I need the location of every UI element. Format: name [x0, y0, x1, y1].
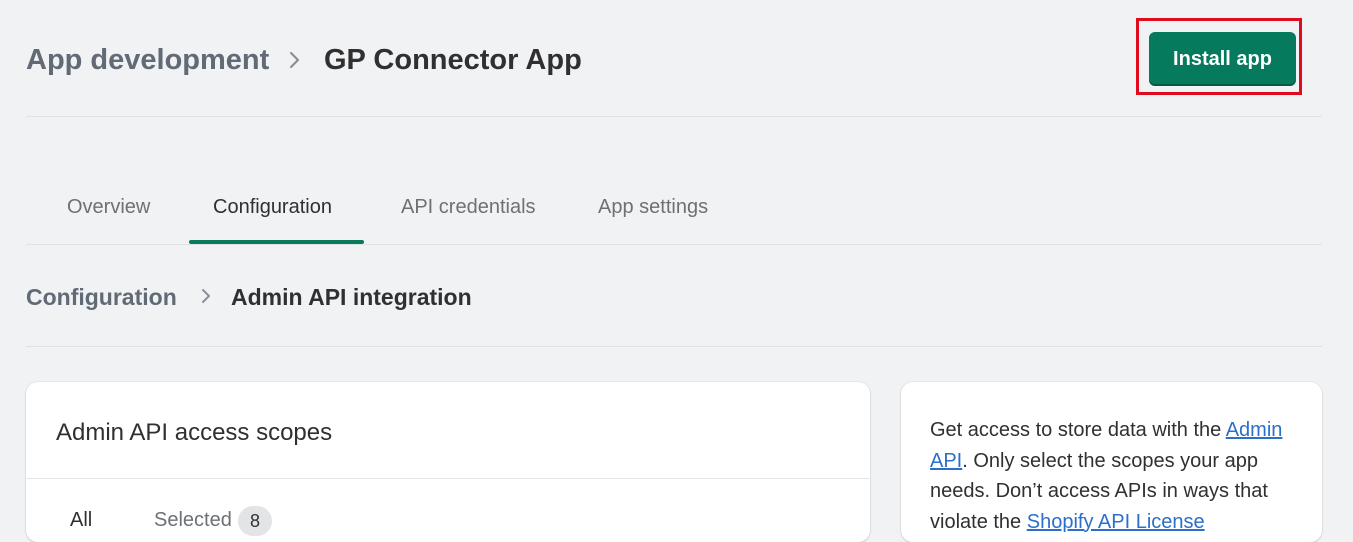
section-title: Admin API integration: [231, 284, 472, 310]
info-text: Get access to store data with the Admin …: [930, 415, 1305, 537]
info-card: Get access to store data with the Admin …: [901, 382, 1322, 542]
breadcrumb-app-development[interactable]: App development: [26, 44, 269, 77]
selected-count-badge: 8: [238, 506, 272, 536]
filter-tab-all[interactable]: All: [70, 509, 92, 532]
tab-bar: Overview Configuration API credentials A…: [26, 170, 1322, 245]
install-app-button[interactable]: Install app: [1149, 32, 1296, 86]
chevron-right-icon: [289, 51, 300, 69]
shopify-api-license-link[interactable]: Shopify API License: [1027, 511, 1205, 533]
page-title: GP Connector App: [324, 44, 582, 76]
admin-api-scopes-card: Admin API access scopes All Selected 8: [26, 382, 870, 542]
card-title: Admin API access scopes: [56, 419, 333, 446]
chevron-right-icon: [202, 289, 210, 303]
tab-api-credentials[interactable]: API credentials: [401, 196, 536, 219]
tab-overview[interactable]: Overview: [67, 196, 150, 219]
info-text-part-1: Get access to store data with the: [930, 419, 1226, 441]
breadcrumb-configuration[interactable]: Configuration: [26, 284, 177, 311]
divider: [26, 478, 870, 479]
tab-app-settings[interactable]: App settings: [598, 196, 708, 219]
tab-configuration[interactable]: Configuration: [213, 196, 332, 219]
section-breadcrumb: Configuration Admin API integration: [26, 244, 1322, 347]
filter-tab-selected[interactable]: Selected: [154, 509, 232, 532]
page-header: App development GP Connector App: [26, 0, 1322, 117]
